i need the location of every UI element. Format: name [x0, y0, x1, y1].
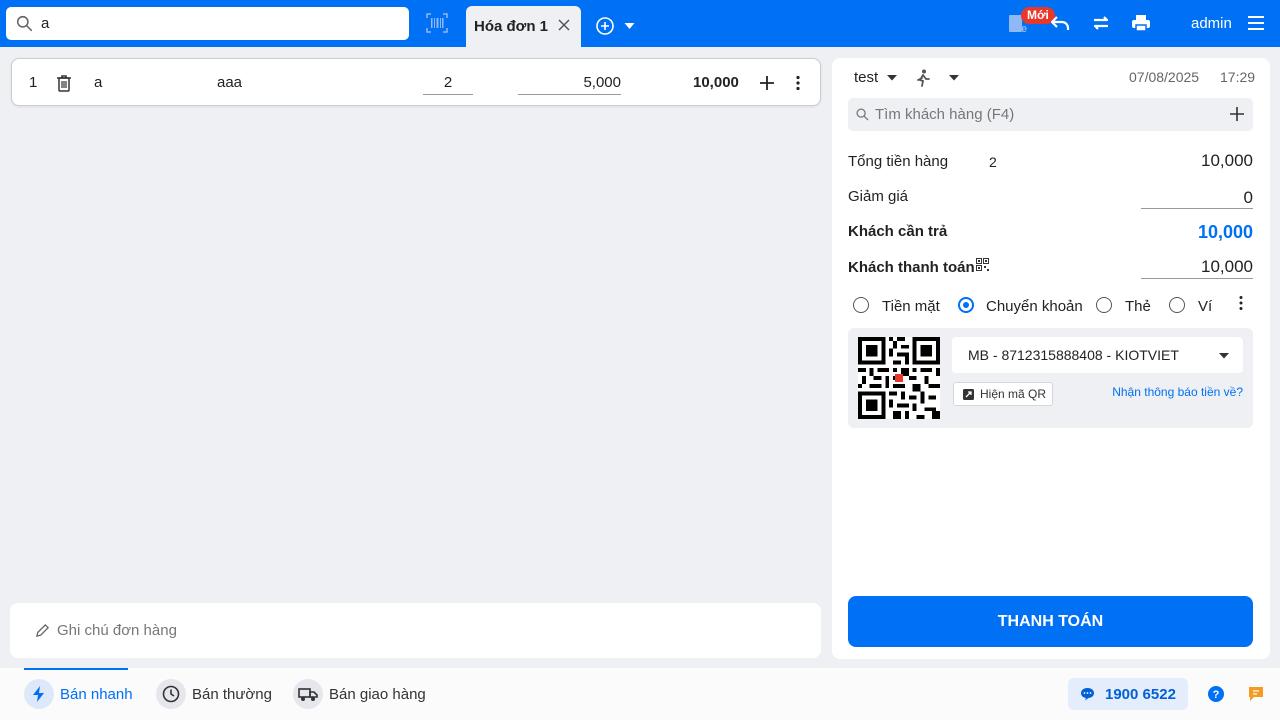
order-note-field[interactable]: Ghi chú đơn hàng: [10, 603, 821, 658]
walk-icon[interactable]: [916, 69, 930, 87]
radio-card[interactable]: [1096, 297, 1112, 313]
add-customer-icon[interactable]: [1230, 107, 1244, 121]
amount-due-label: Khách cần trả: [848, 223, 948, 240]
customer-search-box[interactable]: Tìm khách hàng (F4): [848, 98, 1253, 131]
mode-normal-sale[interactable]: Bán thường: [156, 679, 272, 709]
amount-due-value: 10,000: [1197, 222, 1253, 242]
order-panel: test 07/08/2025 17:29 Tìm khách hàng (F4…: [832, 58, 1270, 659]
item-index: 1: [29, 74, 38, 91]
truck-icon: [293, 679, 323, 709]
product-search-box[interactable]: [6, 7, 409, 40]
payment-transfer-label[interactable]: Chuyển khoản: [986, 298, 1083, 315]
help-icon[interactable]: ?: [1208, 686, 1224, 702]
expand-icon: [963, 388, 974, 400]
print-icon[interactable]: [1130, 12, 1152, 34]
seller-select[interactable]: test: [854, 69, 878, 86]
discount-input[interactable]: 0: [1244, 188, 1253, 208]
chevron-down-icon[interactable]: [949, 74, 959, 81]
payment-cash-label[interactable]: Tiền mặt: [882, 298, 940, 315]
qr-code-icon[interactable]: [976, 258, 989, 271]
hotline-number: 1900 6522: [1105, 685, 1176, 703]
pay-button[interactable]: THANH TOÁN: [848, 596, 1253, 647]
feedback-icon[interactable]: [1248, 686, 1264, 702]
bank-account-value: MB - 8712315888408 - KIOTVIET: [968, 347, 1179, 363]
add-tab-icon[interactable]: [595, 16, 615, 36]
radio-transfer[interactable]: [958, 297, 974, 313]
svg-text:?: ?: [1213, 689, 1220, 701]
show-qr-button[interactable]: Hiện mã QR: [953, 382, 1053, 406]
return-icon[interactable]: [1049, 12, 1071, 34]
tab-label: Hóa đơn 1: [474, 18, 549, 35]
payment-wallet-label[interactable]: Ví: [1198, 298, 1212, 315]
order-time: 17:29: [1220, 69, 1256, 85]
qr-code-image: [858, 337, 940, 419]
bottom-bar: Bán nhanh Bán thường Bán giao hàng 1900 …: [0, 668, 1280, 720]
show-qr-label: Hiện mã QR: [980, 387, 1047, 401]
bank-transfer-card: MB - 8712315888408 - KIOTVIET Hiện mã QR…: [848, 328, 1253, 428]
chevron-down-icon[interactable]: [624, 22, 635, 30]
chevron-down-icon[interactable]: [887, 74, 897, 81]
payment-card-label[interactable]: Thẻ: [1125, 298, 1151, 315]
radio-cash[interactable]: [853, 297, 869, 313]
mode-quick-sale[interactable]: Bán nhanh: [24, 679, 133, 709]
mode-quick-sale-label: Bán nhanh: [60, 685, 133, 703]
chat-icon: [1081, 688, 1094, 701]
barcode-scan-icon[interactable]: [426, 13, 448, 33]
order-date: 07/08/2025: [1129, 69, 1200, 85]
top-bar: Hóa đơn 1 e Mới admin: [0, 0, 1280, 47]
order-note-placeholder: Ghi chú đơn hàng: [57, 622, 177, 639]
more-vertical-icon[interactable]: [1238, 295, 1244, 311]
item-total: 10,000: [693, 74, 739, 91]
clock-icon: [156, 679, 186, 709]
item-code: a: [94, 74, 103, 91]
chevron-down-icon: [1219, 353, 1229, 359]
search-icon: [16, 15, 33, 32]
customer-paid-label: Khách thanh toán: [848, 259, 975, 276]
item-count: 2: [989, 154, 997, 170]
product-search-input[interactable]: [41, 15, 381, 32]
mode-delivery-sale[interactable]: Bán giao hàng: [293, 679, 426, 709]
bank-account-select[interactable]: MB - 8712315888408 - KIOTVIET: [952, 337, 1243, 373]
lightning-icon: [24, 679, 54, 709]
discount-underline: [1141, 208, 1253, 209]
paid-underline: [1141, 278, 1253, 279]
user-name[interactable]: admin: [1191, 15, 1232, 32]
payment-notification-link[interactable]: Nhận thông báo tiền về?: [1112, 385, 1243, 399]
mode-delivery-sale-label: Bán giao hàng: [329, 685, 426, 703]
customer-paid-input[interactable]: 10,000: [1201, 257, 1253, 277]
tab-invoice-1[interactable]: Hóa đơn 1: [466, 6, 581, 47]
subtotal-label: Tổng tiền hàng: [848, 153, 949, 170]
pencil-icon: [35, 623, 50, 638]
svg-text:e: e: [1021, 23, 1027, 34]
cart-item-row: 1 a aaa 2 5,000 10,000: [11, 58, 821, 106]
radio-wallet[interactable]: [1169, 297, 1185, 313]
customer-search-placeholder: Tìm khách hàng (F4): [875, 106, 1015, 123]
item-price-input[interactable]: 5,000: [518, 71, 621, 95]
active-mode-indicator: [24, 668, 128, 670]
hotline-button[interactable]: 1900 6522: [1068, 678, 1188, 710]
menu-icon[interactable]: [1245, 12, 1267, 34]
close-icon[interactable]: [557, 18, 571, 32]
discount-label: Giảm giá: [848, 188, 909, 205]
more-vertical-icon[interactable]: [795, 75, 801, 91]
add-icon[interactable]: [759, 75, 775, 91]
sync-icon[interactable]: [1090, 12, 1112, 34]
item-name: aaa: [217, 74, 243, 91]
search-icon: [856, 108, 869, 121]
subtotal-value: 10,000: [1201, 151, 1253, 170]
item-quantity-input[interactable]: 2: [423, 71, 473, 95]
mode-normal-sale-label: Bán thường: [192, 685, 272, 703]
trash-icon[interactable]: [56, 74, 72, 92]
